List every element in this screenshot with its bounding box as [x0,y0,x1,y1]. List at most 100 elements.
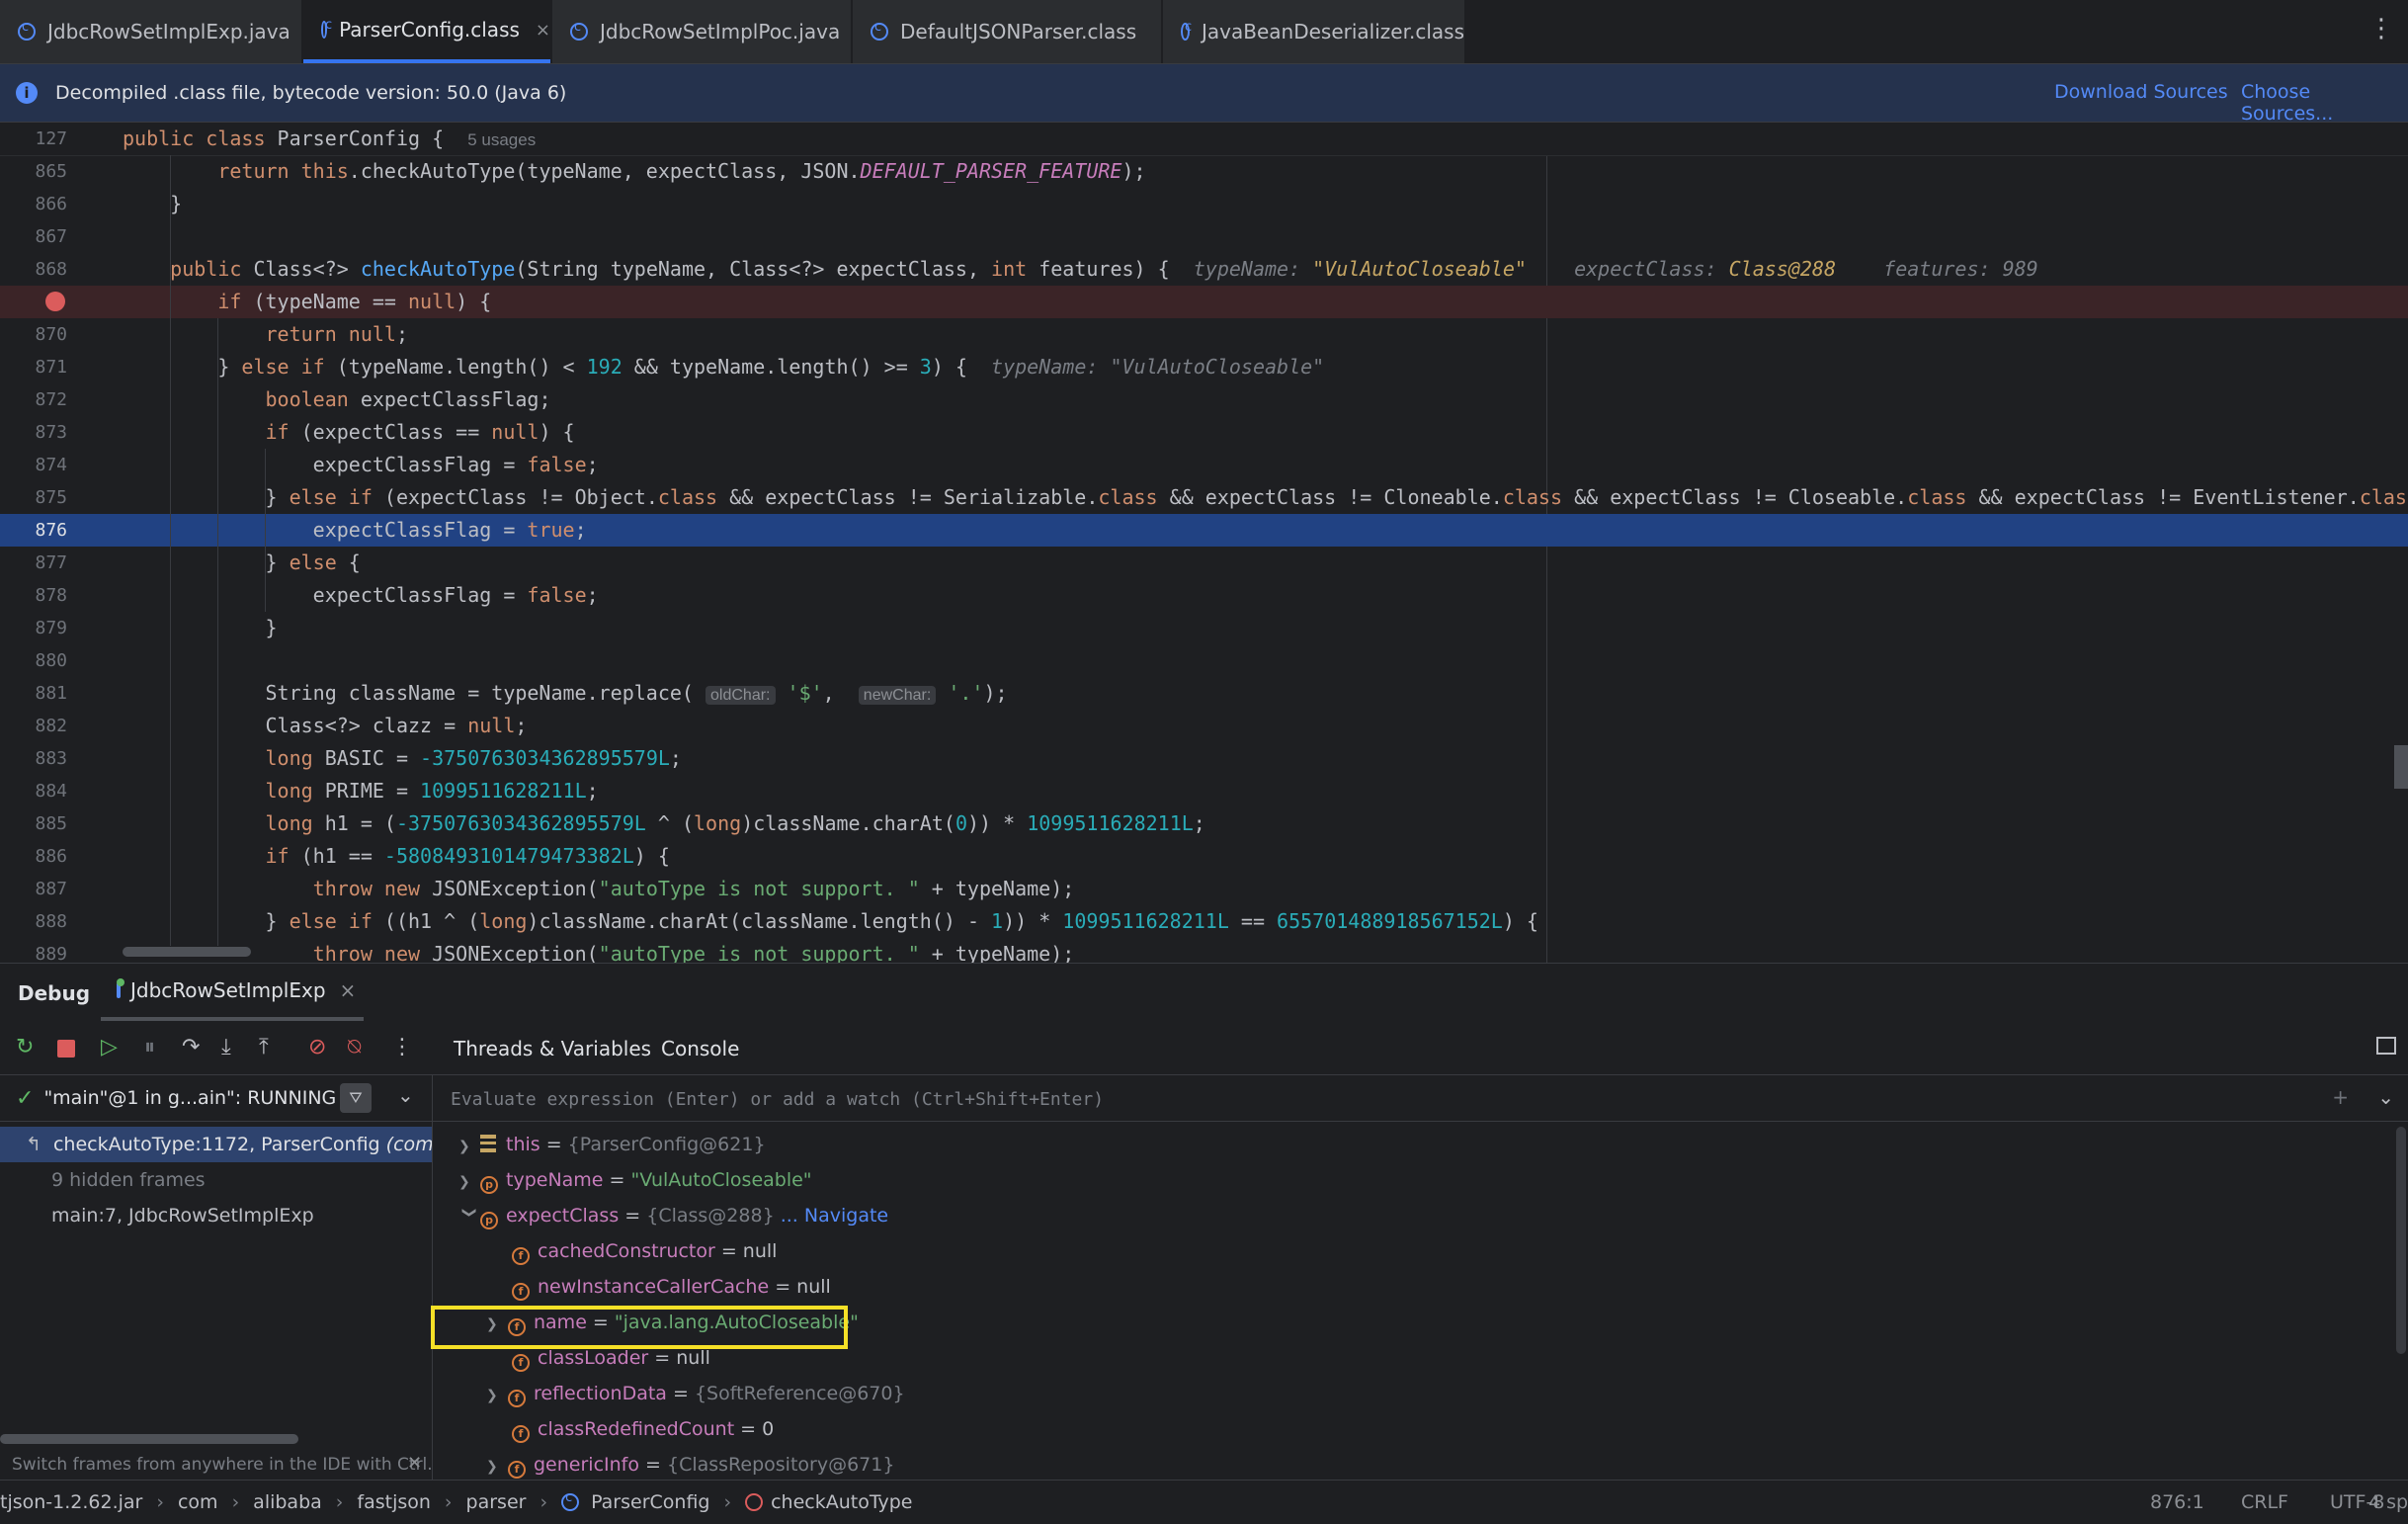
chevron-down-icon[interactable]: ⌄ [2377,1085,2394,1109]
session-label: JdbcRowSetImplExp [130,978,326,1002]
usages-count[interactable]: 5 usages [467,130,536,149]
frame-label: checkAutoType:1172, ParserConfig [52,1134,380,1155]
indent-guide [265,449,266,612]
step-out-icon[interactable]: ⤒ [259,1035,269,1060]
horizontal-scrollbar[interactable] [123,947,251,957]
code-line: 882 Class<?> clazz = null; [0,710,2408,742]
line-number: 885 [35,813,67,834]
breadcrumb-com[interactable]: com [178,1491,218,1513]
rerun-icon[interactable]: ↻ [16,1035,34,1060]
line-number: 870 [35,324,67,345]
tab-defaultjsonparser[interactable]: DefaultJSONParser.class [853,0,1161,63]
tab-threads-variables[interactable]: Threads & Variables [454,1037,651,1060]
frame-item[interactable]: main:7, JdbcRowSetImplExp [0,1198,432,1233]
frame-label: 9 hidden frames [51,1169,206,1191]
equals: = [734,1418,763,1440]
variable-name: classLoader [538,1347,649,1369]
more-options-icon[interactable]: ⋮ [391,1035,413,1060]
code-text: expectClassFlag = false; [123,583,599,607]
variable-row[interactable]: f cachedConstructor = null [512,1233,777,1269]
tab-jdbcrowsetimplexp[interactable]: JdbcRowSetImplExp.java [0,0,301,63]
frame-item[interactable]: ↰ checkAutoType:1172, ParserConfig (com.… [0,1127,432,1162]
line-number: 872 [35,389,67,410]
equals: = [714,1240,743,1262]
chevron-down-icon[interactable]: ⌄ [397,1083,414,1107]
breadcrumb-alibaba[interactable]: alibaba [253,1491,322,1513]
field-icon: f [508,1461,526,1479]
line-number: 889 [35,944,67,963]
code-text: public Class<?> checkAutoType(String typ… [170,257,2038,281]
close-icon[interactable]: × [536,20,550,41]
variable-name: typeName [506,1169,604,1191]
code-text: long h1 = (-3750763034362895579L ^ (long… [265,811,1205,835]
code-line: 883 long BASIC = -3750763034362895579L; [0,742,2408,775]
close-icon[interactable]: × [340,978,357,1002]
resume-icon[interactable]: ▷ [101,1035,118,1060]
tab-parserconfig[interactable]: ParserConfig.class × [303,0,550,63]
expand-icon[interactable]: ❯ [458,1164,480,1200]
tab-jdbcrowsetimplpoc[interactable]: JdbcRowSetImplPoc.java [552,0,851,63]
variable-name: cachedConstructor [538,1240,715,1262]
breadcrumb-parser[interactable]: parser [466,1491,527,1513]
horizontal-scrollbar[interactable] [0,1434,298,1444]
line-number: 883 [35,748,67,769]
collapse-icon[interactable]: ❯ [452,1207,487,1228]
variable-row[interactable]: ❯ f genericInfo = {ClassRepository@671} [486,1447,894,1480]
more-tabs-icon[interactable]: ⋮ [2368,14,2394,43]
choose-sources-link[interactable]: Choose Sources... [2241,81,2408,125]
filter-icon[interactable]: ⛛ [340,1083,372,1113]
variable-value: null [742,1240,778,1262]
variable-row[interactable]: ❯ f reflectionData = {SoftReference@670} [486,1376,905,1411]
download-sources-link[interactable]: Download Sources [2054,81,2228,103]
variable-row[interactable]: ❯ p typeName = "VulAutoCloseable" [458,1162,812,1198]
cursor-position[interactable]: 876:1 [2150,1491,2204,1513]
frame-label: main:7, JdbcRowSetImplExp [51,1205,314,1227]
add-watch-icon[interactable]: + [2332,1085,2349,1109]
vertical-scrollbar[interactable] [2396,1127,2406,1354]
code-line: 888 } else if ((h1 ^ (long)className.cha… [0,905,2408,938]
field-icon: f [512,1247,530,1265]
expand-icon[interactable]: ❯ [458,1129,480,1164]
breadcrumb-fastjson[interactable]: fastjson [357,1491,431,1513]
field-icon: f [508,1390,526,1407]
layout-icon[interactable] [2376,1037,2396,1055]
variable-row[interactable]: ❯p expectClass = {Class@288} ... Navigate [458,1198,888,1233]
indent-guide [217,318,218,946]
run-config-icon [117,978,125,998]
expand-icon[interactable]: ❯ [486,1449,508,1480]
chevron-right-icon: › [156,1491,164,1513]
hidden-frames-item[interactable]: 9 hidden frames [0,1162,432,1198]
step-over-icon[interactable]: ↷ [182,1035,200,1060]
pause-icon[interactable]: ⏸ [144,1035,155,1060]
frames-panel: ✓ "main"@1 in g...ain": RUNNING ⛛ ⌄ ↰ ch… [0,1075,433,1480]
object-icon [480,1135,496,1152]
thread-selector[interactable]: ✓ "main"@1 in g...ain": RUNNING ⛛ ⌄ [0,1075,432,1122]
indent-setting[interactable]: 4 spa [2368,1491,2408,1513]
line-number: 884 [35,781,67,802]
variable-row[interactable]: ❯ this = {ParserConfig@621} [458,1127,766,1162]
expand-icon[interactable]: ❯ [486,1378,508,1413]
breadcrumb-class[interactable]: ParserConfig [591,1491,709,1513]
evaluate-expression-input[interactable] [449,1085,2231,1113]
code-line: 884 long PRIME = 1099511628211L; [0,775,2408,807]
scroll-marker[interactable] [2394,745,2408,789]
stop-icon[interactable] [57,1040,75,1058]
line-ending[interactable]: CRLF [2241,1491,2288,1513]
variable-value: {Class@288} [646,1205,775,1227]
debug-session-tab[interactable]: JdbcRowSetImplExp × [101,964,364,1021]
variable-row[interactable]: f newInstanceCallerCache = null [512,1269,831,1305]
breakpoint-icon[interactable] [45,292,65,311]
variable-name: newInstanceCallerCache [538,1276,770,1298]
tab-javabeandeserializer[interactable]: JavaBeanDeserializer.class [1163,0,1464,63]
tab-console[interactable]: Console [661,1037,739,1060]
view-breakpoints-icon[interactable]: ⊘ [308,1035,326,1060]
breadcrumb-jar[interactable]: tjson-1.2.62.jar [0,1491,142,1513]
breadcrumb-method[interactable]: checkAutoType [771,1491,912,1513]
mute-breakpoints-icon[interactable]: ⍉ [348,1035,361,1060]
code-text: } [123,616,278,639]
navigate-link[interactable]: ... Navigate [781,1205,888,1227]
close-icon[interactable]: ✕ [407,1453,422,1474]
code-editor[interactable]: 127 public class ParserConfig { 5 usages… [0,123,2408,963]
step-into-icon[interactable]: ⤓ [221,1035,231,1060]
variable-row[interactable]: f classRedefinedCount = 0 [512,1411,774,1447]
